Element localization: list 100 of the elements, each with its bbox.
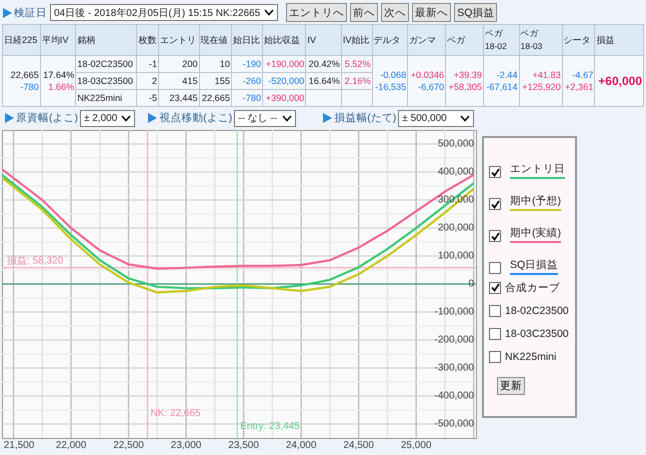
axis-label: 24,000 <box>286 440 316 451</box>
legend-label: SQ日損益 <box>510 258 558 275</box>
column-header: 損益 <box>594 24 644 56</box>
axis-label: 21,500 <box>4 440 34 451</box>
column-header: 日経225 <box>2 24 40 56</box>
axis-label: 22,000 <box>56 440 86 451</box>
column-header: エントリ <box>158 24 200 56</box>
checkbox[interactable] <box>489 304 501 316</box>
table-cell: +190,000 <box>262 56 306 72</box>
greek-value: -6,670 <box>418 82 444 92</box>
table-cell: -1 <box>136 56 159 72</box>
nav-button[interactable]: 次へ <box>381 3 410 22</box>
checkbox[interactable] <box>489 262 501 274</box>
greek-value: +125,920 <box>522 82 561 92</box>
greek-value: +39.39 <box>454 70 482 80</box>
checkbox[interactable] <box>489 282 501 294</box>
greek-value: -4.67 <box>572 70 594 80</box>
checkbox[interactable] <box>489 350 501 362</box>
table-cell: 415 <box>158 72 200 90</box>
greek-value: -67,614 <box>486 82 518 92</box>
triangle-icon <box>4 113 14 123</box>
table-cell: 23,445 <box>158 90 200 106</box>
table-cell: NK225mini <box>76 90 137 106</box>
average-iv-change: 1.66% <box>48 82 74 92</box>
nav-button[interactable]: 前へ <box>350 3 378 22</box>
table-cell: 18-02C23500 <box>76 56 137 72</box>
nav-button[interactable]: エントリへ <box>286 3 348 22</box>
table-cell: 2 <box>136 72 159 90</box>
greek-value: -16,535 <box>375 82 406 92</box>
legend-label: 期中(実績) <box>510 226 561 243</box>
legend-label: エントリ日 <box>510 162 565 179</box>
axis-label: 22,500 <box>113 440 144 451</box>
column-header: ベガ 18-03 <box>519 24 562 56</box>
control-label: 原資幅(よこ) <box>16 111 78 125</box>
nav-button[interactable]: SQ損益 <box>454 3 498 22</box>
checkbox[interactable] <box>489 198 501 210</box>
table-cell: -780 <box>231 90 263 106</box>
range-dropdown[interactable]: ± 2,000 <box>80 110 136 126</box>
column-header: シータ <box>562 24 595 56</box>
legend-label: 18-02C23500 <box>505 304 569 316</box>
greek-value: -0.068 <box>380 70 406 80</box>
triangle-icon <box>322 113 332 123</box>
date-dropdown[interactable]: 04日後 - 2018年02月05日(月) 15:15 NK:22665 <box>50 4 278 21</box>
column-header: 平均IV <box>40 24 76 56</box>
axis-label: 400,000 <box>438 166 474 178</box>
checkbox[interactable] <box>489 166 501 178</box>
control-label: 損益幅(たて) <box>334 111 396 125</box>
column-header: ガンマ <box>408 24 446 56</box>
chevron-down-icon <box>460 114 470 122</box>
column-header: IV <box>306 24 342 56</box>
update-button[interactable]: 更新 <box>497 377 525 395</box>
axis-label: -400,000 <box>434 390 474 402</box>
table-cell: 20.42% <box>306 56 342 72</box>
total-pnl: +60,000 <box>598 74 642 88</box>
range-dropdown[interactable]: -- なし -- <box>234 110 296 126</box>
date-label: 検証日 <box>14 6 47 20</box>
axis-label: 200,000 <box>438 222 474 234</box>
nikkei-change: -780 <box>20 82 39 92</box>
table-cell: 5.52% <box>341 56 372 72</box>
table-cell: -520,000 <box>262 72 306 90</box>
axis-label: 23,500 <box>228 440 259 451</box>
axis-label: 100,000 <box>438 250 474 262</box>
greek-value: +0.0346 <box>410 70 444 80</box>
legend-label: NK225mini <box>505 350 556 362</box>
axis-label: -300,000 <box>434 362 474 374</box>
range-dropdown[interactable]: ± 500,000 <box>398 110 474 126</box>
column-header: 現在値 <box>199 24 232 56</box>
checkbox[interactable] <box>489 230 501 242</box>
annotation-label: Entry: 23,445 <box>240 421 300 432</box>
control-label: 視点移動(よこ) <box>159 111 232 125</box>
triangle-icon <box>2 8 12 18</box>
table-cell: -260 <box>231 72 263 90</box>
table-cell: -5 <box>136 90 159 106</box>
table-cell: -190 <box>231 56 263 72</box>
greek-value: +58,305 <box>448 82 482 92</box>
chevron-down-icon <box>264 9 274 16</box>
column-header: ベガ <box>446 24 484 56</box>
axis-label: 500,000 <box>438 138 474 150</box>
column-header: 始日比 <box>231 24 263 56</box>
nikkei-price: 22,665 <box>10 70 39 80</box>
greek-value: +41.83 <box>532 70 561 80</box>
column-header: 枚数 <box>136 24 159 56</box>
axis-label: 25,000 <box>400 440 432 451</box>
greek-value: -2.44 <box>496 70 518 80</box>
axis-label: 23,000 <box>170 440 202 451</box>
checkbox[interactable] <box>489 328 501 340</box>
legend-label: 期中(予想) <box>510 194 561 211</box>
table-cell: +390,000 <box>262 90 306 106</box>
legend-label: 18-03C23500 <box>505 328 569 340</box>
table-cell: 18-03C23500 <box>76 72 137 90</box>
axis-label: -500,000 <box>434 418 474 430</box>
column-header: 始比収益 <box>262 24 306 56</box>
nav-button[interactable]: 最新へ <box>412 3 452 22</box>
column-header: IV始比 <box>341 24 372 56</box>
column-header: デルタ <box>372 24 408 56</box>
greek-value: +2,361 <box>564 82 594 92</box>
table-cell: 16.64% <box>306 72 342 90</box>
table-cell: 155 <box>199 72 232 90</box>
axis-label: -100,000 <box>434 306 474 318</box>
table-cell: 200 <box>158 56 200 72</box>
